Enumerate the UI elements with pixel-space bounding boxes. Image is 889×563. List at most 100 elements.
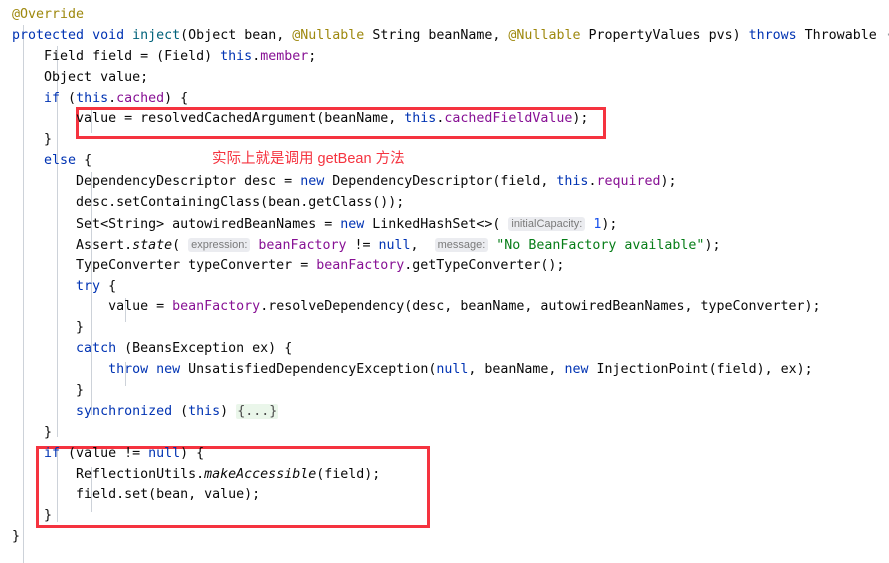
code-line[interactable]: synchronized (this) {...} — [0, 402, 889, 423]
code-line[interactable]: } — [0, 130, 889, 151]
code-line[interactable]: ReflectionUtils.makeAccessible(field); — [0, 465, 889, 486]
code-token-plain: } — [44, 508, 53, 524]
code-line[interactable]: protected void inject(Object bean, @Null… — [0, 26, 889, 47]
code-token-plain: ); — [572, 111, 589, 127]
code-line[interactable]: } — [0, 381, 889, 402]
code-token-hint: expression: — [188, 237, 251, 252]
code-token-plain: . — [252, 48, 261, 64]
annotation-note: 实际上就是调用 getBean 方法 — [212, 151, 405, 167]
code-token-plain: ReflectionUtils. — [76, 466, 205, 482]
code-token-kw: null — [378, 237, 411, 253]
code-token-plain: .getTypeConverter(); — [404, 257, 565, 273]
code-token-plain: LinkedHashSet<>( — [364, 216, 509, 232]
code-token-plain: { — [100, 278, 117, 294]
code-editor[interactable]: @Override protected void inject(Object be… — [0, 0, 889, 563]
code-token-plain: UnsatisfiedDependencyException( — [180, 362, 437, 378]
code-line[interactable]: desc.setContainingClass(bean.getClass())… — [0, 193, 889, 214]
code-line[interactable]: else { — [0, 151, 889, 172]
code-token-fold: {...} — [236, 403, 279, 419]
code-token-kw: new — [564, 362, 589, 378]
code-token-plain: ) { — [180, 445, 205, 461]
code-token-anno: @Override — [12, 7, 85, 22]
code-token-hint: message: — [434, 237, 489, 252]
code-line[interactable]: catch (BeansException ex) { — [0, 339, 889, 360]
code-line[interactable]: } — [0, 318, 889, 339]
code-token-kw: throw — [108, 362, 149, 378]
code-token-plain: value = resolvedCachedArgument(beanName, — [76, 111, 405, 127]
code-token-plain: (Object bean, — [180, 27, 293, 43]
code-line[interactable]: Field field = (Field) this.member; — [0, 47, 889, 68]
code-token-plain: } — [12, 529, 21, 545]
code-line[interactable]: try { — [0, 277, 889, 298]
code-token-kw: new — [156, 362, 181, 378]
code-token-plain: ); — [601, 216, 618, 232]
code-line[interactable]: if (value != null) { — [0, 444, 889, 465]
code-token-plain: Throwable — [796, 27, 885, 43]
code-line[interactable]: TypeConverter typeConverter = beanFactor… — [0, 256, 889, 277]
code-token-kw: this — [556, 174, 589, 190]
code-content[interactable]: @Override protected void inject(Object be… — [0, 0, 889, 548]
code-line[interactable]: Object value; — [0, 68, 889, 89]
code-token-fld: required — [596, 174, 661, 190]
code-token-plain: } — [44, 132, 53, 148]
code-line[interactable]: Set<String> autowiredBeanNames = new Lin… — [0, 214, 889, 235]
code-token-plain: (value != — [60, 445, 149, 461]
code-token-fld: cached — [116, 90, 165, 106]
code-line[interactable]: } — [0, 527, 889, 548]
code-token-fld: beanFactory — [258, 237, 347, 253]
code-line[interactable]: DependencyDescriptor desc = new Dependen… — [0, 172, 889, 193]
code-token-kw: null — [436, 362, 469, 378]
code-line[interactable]: value = resolvedCachedArgument(beanName,… — [0, 109, 889, 130]
code-token-plain: } — [44, 424, 53, 440]
code-token-str: "No BeanFactory available" — [496, 237, 705, 253]
code-line[interactable]: if (this.cached) { — [0, 89, 889, 110]
code-token-plain: InjectionPoint(field), ex); — [588, 362, 813, 378]
code-token-plain: .resolveDependency(desc, beanName, autow… — [260, 299, 821, 315]
code-token-plain: ) — [220, 403, 237, 419]
code-token-kw: null — [148, 445, 181, 461]
code-token-plain: } — [76, 320, 85, 336]
code-token-plain: (BeansException ex) { — [116, 341, 293, 357]
code-token-kw: throws — [748, 27, 797, 43]
code-line[interactable]: Assert.state( expression: beanFactory !=… — [0, 235, 889, 256]
code-token-plain: desc.setContainingClass(bean.getClass())… — [76, 195, 405, 211]
code-token-fld: beanFactory — [172, 299, 261, 315]
code-line[interactable]: @Override — [0, 5, 889, 26]
code-token-kw: this — [404, 111, 437, 127]
code-line[interactable]: throw new UnsatisfiedDependencyException… — [0, 360, 889, 381]
code-token-plain: Field field = (Field) — [44, 48, 221, 64]
code-token-kw: new — [300, 174, 325, 190]
code-line[interactable]: } — [0, 506, 889, 527]
code-line[interactable]: } — [0, 423, 889, 444]
code-token-fld: cachedFieldValue — [444, 111, 573, 127]
code-token-plain: field.set(bean, value); — [76, 487, 261, 503]
code-token-plain: ( — [172, 237, 189, 253]
code-token-plain: String beanName, — [364, 27, 509, 43]
code-token-kw: try — [76, 278, 101, 294]
code-token-kw: catch — [76, 341, 117, 357]
code-token-plain: , beanName, — [468, 362, 565, 378]
code-token-plain: Object value; — [44, 69, 149, 85]
code-token-kw: new — [340, 216, 365, 232]
code-token-kw: this — [220, 48, 253, 64]
code-token-anno: @Nullable — [508, 27, 581, 43]
code-token-kw: protected — [12, 27, 85, 43]
code-line[interactable]: field.set(bean, value); — [0, 485, 889, 506]
code-line[interactable]: value = beanFactory.resolveDependency(de… — [0, 297, 889, 318]
code-token-plain: ( — [60, 90, 77, 106]
